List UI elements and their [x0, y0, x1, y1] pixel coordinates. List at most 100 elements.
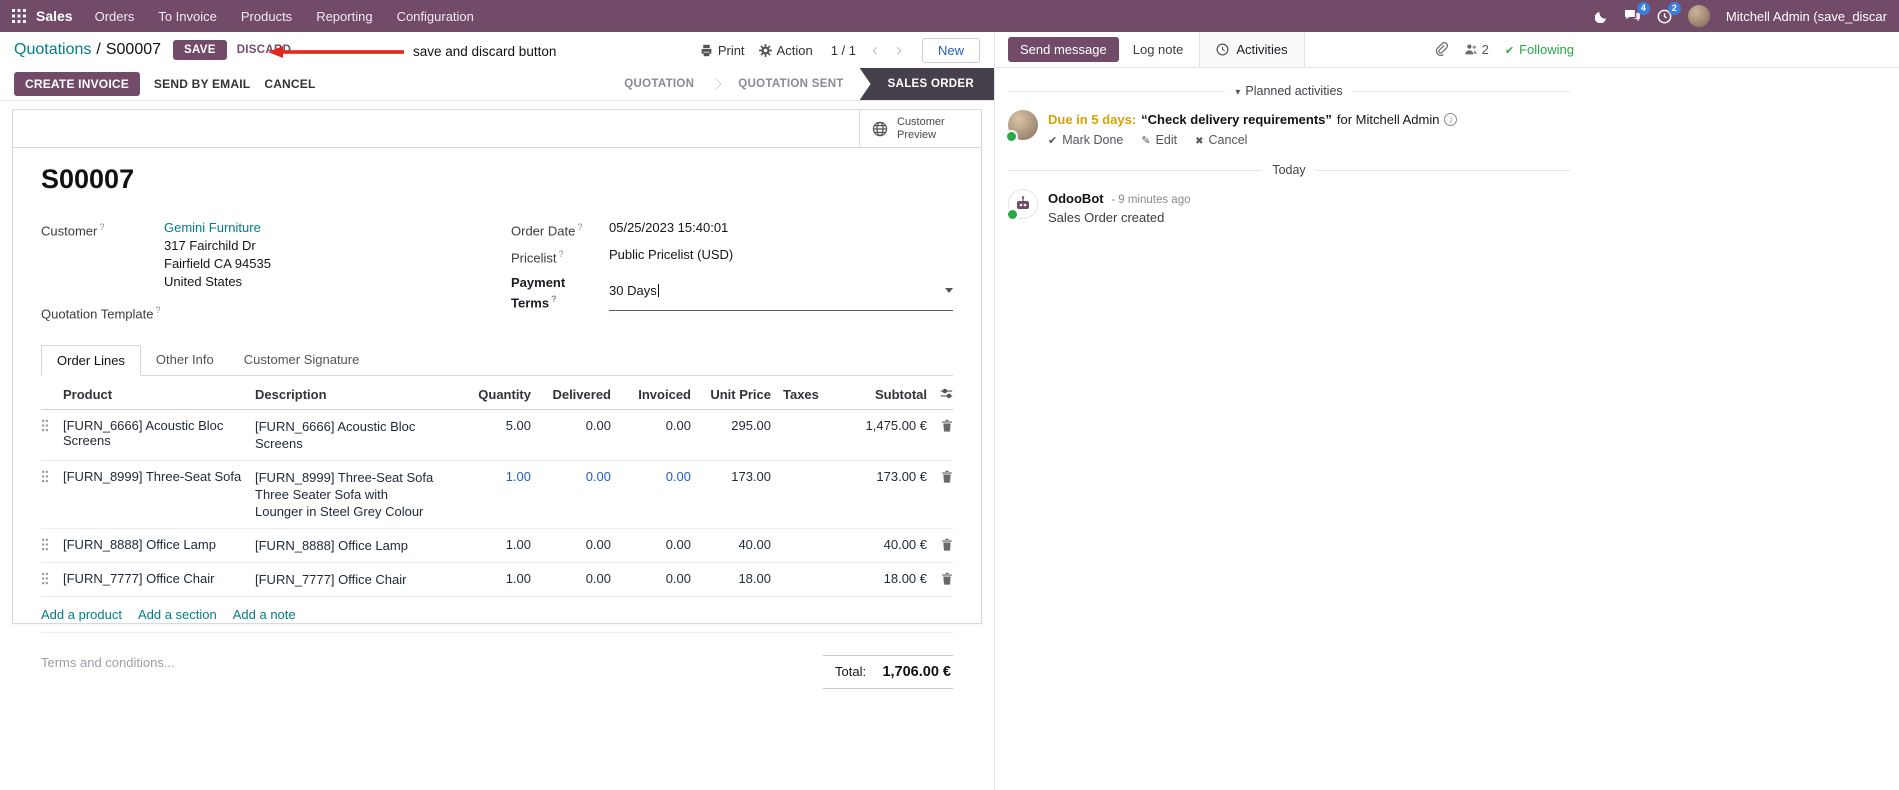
- edit-activity-button[interactable]: Edit: [1141, 133, 1178, 147]
- print-button[interactable]: Print: [700, 43, 745, 58]
- drag-handle-icon[interactable]: [41, 538, 49, 554]
- activity-avatar[interactable]: [1005, 110, 1038, 143]
- order-date-value[interactable]: 05/25/2023 15:40:01: [609, 219, 728, 239]
- unit-price-cell[interactable]: 18.00: [691, 571, 771, 586]
- delete-line-icon[interactable]: [927, 537, 953, 554]
- save-button[interactable]: SAVE: [173, 40, 227, 60]
- cancel-button[interactable]: CANCEL: [264, 77, 315, 91]
- mark-done-button[interactable]: Mark Done: [1048, 133, 1123, 147]
- next-record-button[interactable]: ›: [894, 41, 904, 59]
- discard-button[interactable]: DISCARD: [237, 44, 292, 56]
- quantity-cell[interactable]: 1.00: [447, 571, 531, 586]
- order-line-row[interactable]: [FURN_8999] Three-Seat Sofa [FURN_8999] …: [41, 461, 953, 530]
- add-note-link[interactable]: Add a note: [233, 607, 296, 622]
- product-cell[interactable]: [FURN_7777] Office Chair: [63, 571, 255, 586]
- header-quantity[interactable]: Quantity: [447, 387, 531, 402]
- message-author[interactable]: OdooBot: [1048, 191, 1104, 206]
- action-menu-button[interactable]: Action: [758, 43, 813, 58]
- product-cell[interactable]: [FURN_8888] Office Lamp: [63, 537, 255, 552]
- unit-price-cell[interactable]: 295.00: [691, 418, 771, 433]
- delivered-cell[interactable]: 0.00: [531, 418, 611, 433]
- invoiced-cell[interactable]: 0.00: [611, 571, 691, 586]
- step-quotation-sent[interactable]: QUOTATION SENT: [722, 68, 859, 100]
- header-subtotal[interactable]: Subtotal: [827, 387, 927, 402]
- quantity-cell[interactable]: 1.00: [447, 537, 531, 552]
- new-record-button[interactable]: New: [921, 37, 980, 63]
- delivered-cell[interactable]: 0.00: [531, 469, 611, 484]
- followers-button[interactable]: 2: [1464, 42, 1489, 57]
- tab-other-info[interactable]: Other Info: [141, 345, 229, 375]
- order-line-row[interactable]: [FURN_7777] Office Chair [FURN_7777] Off…: [41, 563, 953, 598]
- header-taxes[interactable]: Taxes: [771, 387, 827, 402]
- unit-price-cell[interactable]: 40.00: [691, 537, 771, 552]
- nav-item-configuration[interactable]: Configuration: [397, 9, 474, 24]
- nav-item-products[interactable]: Products: [241, 9, 292, 24]
- order-line-row[interactable]: [FURN_8888] Office Lamp [FURN_8888] Offi…: [41, 529, 953, 564]
- nav-item-reporting[interactable]: Reporting: [316, 9, 372, 24]
- delivered-cell[interactable]: 0.00: [531, 537, 611, 552]
- user-menu[interactable]: Mitchell Admin (save_discar: [1726, 9, 1887, 24]
- invoiced-cell[interactable]: 0.00: [611, 469, 691, 484]
- nav-item-to-invoice[interactable]: To Invoice: [158, 9, 217, 24]
- app-name[interactable]: Sales: [36, 8, 73, 24]
- tab-order-lines[interactable]: Order Lines: [41, 345, 141, 377]
- quantity-cell[interactable]: 5.00: [447, 418, 531, 433]
- description-cell[interactable]: [FURN_7777] Office Chair: [255, 571, 447, 588]
- drag-handle-icon[interactable]: [41, 572, 49, 588]
- step-quotation[interactable]: QUOTATION: [608, 68, 710, 100]
- delivered-cell[interactable]: 0.00: [531, 571, 611, 586]
- delete-line-icon[interactable]: [927, 571, 953, 588]
- header-description[interactable]: Description: [255, 387, 447, 402]
- terms-placeholder[interactable]: Terms and conditions...: [41, 655, 175, 689]
- nav-item-orders[interactable]: Orders: [95, 9, 135, 24]
- step-sales-order[interactable]: SALES ORDER: [859, 68, 994, 100]
- cancel-activity-button[interactable]: Cancel: [1195, 133, 1248, 147]
- tab-customer-signature[interactable]: Customer Signature: [229, 345, 375, 375]
- odoobot-avatar[interactable]: [1006, 189, 1038, 221]
- previous-record-button[interactable]: ‹: [870, 41, 880, 59]
- send-message-button[interactable]: Send message: [1008, 37, 1119, 62]
- messages-icon[interactable]: 4: [1624, 1, 1650, 24]
- payment-terms-input[interactable]: 30 Days: [609, 274, 953, 311]
- breadcrumb-quotations[interactable]: Quotations: [14, 41, 91, 59]
- quotation-template-field[interactable]: Quotation Template?: [41, 302, 511, 322]
- drag-handle-icon[interactable]: [41, 419, 49, 435]
- unit-price-cell[interactable]: 173.00: [691, 469, 771, 484]
- activities-clock-icon[interactable]: 2: [1657, 1, 1681, 24]
- optional-columns-icon[interactable]: [927, 386, 953, 403]
- quantity-cell[interactable]: 1.00: [447, 469, 531, 484]
- header-product[interactable]: Product: [63, 387, 255, 402]
- activity-summary[interactable]: “Check delivery requirements”: [1141, 112, 1332, 127]
- product-cell[interactable]: [FURN_8999] Three-Seat Sofa: [63, 469, 255, 484]
- dropdown-caret-icon[interactable]: [945, 287, 953, 293]
- delete-line-icon[interactable]: [927, 469, 953, 486]
- attachments-icon[interactable]: [1434, 41, 1448, 59]
- activities-tab[interactable]: Activities: [1199, 32, 1305, 67]
- drag-handle-icon[interactable]: [41, 470, 49, 486]
- planned-activities-toggle[interactable]: Planned activities: [1235, 84, 1342, 98]
- dark-mode-moon-icon[interactable]: [1594, 10, 1608, 23]
- header-delivered[interactable]: Delivered: [531, 387, 611, 402]
- info-icon[interactable]: [1444, 113, 1458, 126]
- invoiced-cell[interactable]: 0.00: [611, 537, 691, 552]
- pricelist-value[interactable]: Public Pricelist (USD): [609, 246, 733, 266]
- add-section-link[interactable]: Add a section: [138, 607, 217, 622]
- apps-grid-icon[interactable]: [12, 9, 26, 23]
- invoiced-cell[interactable]: 0.00: [611, 418, 691, 433]
- add-product-link[interactable]: Add a product: [41, 607, 122, 622]
- description-cell[interactable]: [FURN_8888] Office Lamp: [255, 537, 447, 554]
- user-avatar[interactable]: [1687, 5, 1710, 27]
- following-button[interactable]: Following: [1505, 42, 1574, 57]
- create-invoice-button[interactable]: CREATE INVOICE: [14, 72, 140, 96]
- customer-preview-button[interactable]: Customer Preview: [859, 110, 981, 147]
- send-by-email-button[interactable]: SEND BY EMAIL: [154, 77, 250, 91]
- description-cell[interactable]: [FURN_8999] Three-Seat Sofa Three Seater …: [255, 469, 447, 520]
- customer-link[interactable]: Gemini Furniture: [164, 220, 261, 235]
- log-note-button[interactable]: Log note: [1133, 32, 1184, 67]
- header-unit-price[interactable]: Unit Price: [691, 387, 771, 402]
- header-invoiced[interactable]: Invoiced: [611, 387, 691, 402]
- delete-line-icon[interactable]: [927, 418, 953, 435]
- order-line-row[interactable]: [FURN_6666] Acoustic Bloc Screens [FURN_…: [41, 410, 953, 462]
- product-cell[interactable]: [FURN_6666] Acoustic Bloc Screens: [63, 418, 255, 448]
- description-cell[interactable]: [FURN_6666] Acoustic Bloc Screens: [255, 418, 447, 452]
